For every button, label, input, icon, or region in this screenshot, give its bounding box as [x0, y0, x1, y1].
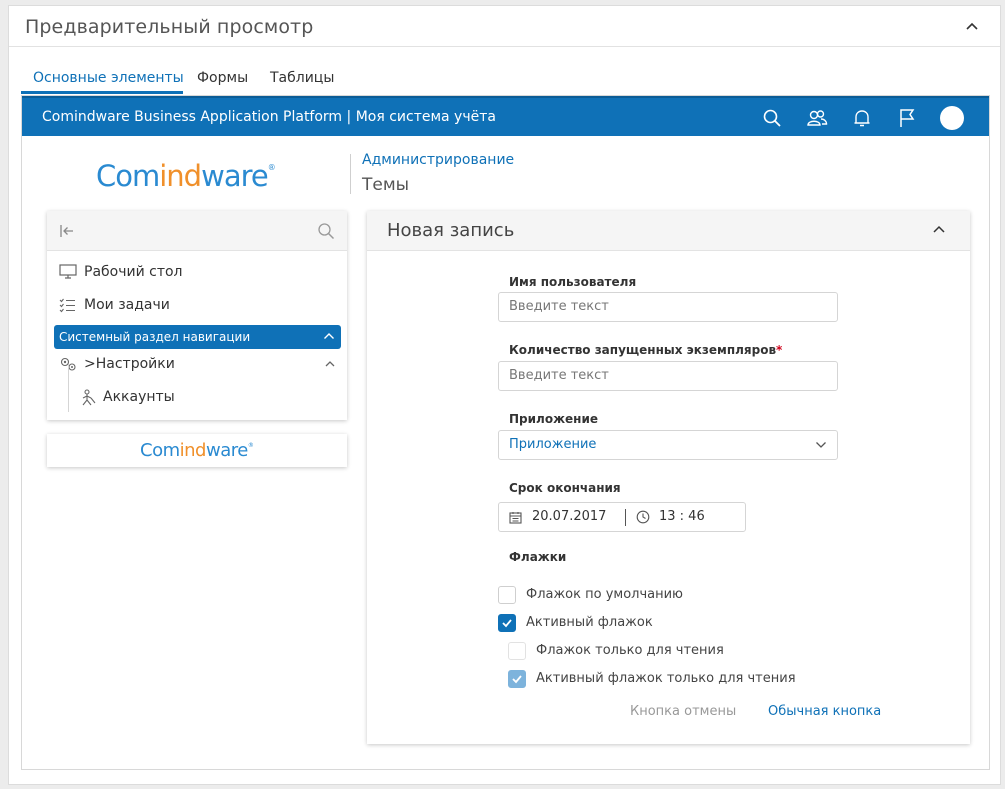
checkbox-box — [508, 670, 526, 688]
calendar-icon — [509, 512, 522, 524]
gears-icon — [60, 357, 76, 371]
sidebar-item-my-tasks[interactable]: Мои задачи — [59, 294, 341, 318]
search-icon[interactable] — [317, 222, 335, 240]
bell-icon[interactable] — [851, 107, 873, 129]
time-value: 13 : 46 — [659, 509, 705, 524]
flag-icon[interactable] — [896, 107, 918, 129]
normal-button[interactable]: Обычная кнопка — [768, 704, 881, 719]
date-time-divider — [625, 509, 626, 526]
placeholder: Введите текст — [509, 368, 609, 383]
username-input[interactable]: Введите текст — [498, 292, 838, 322]
breadcrumb-link[interactable]: Администрирование — [362, 152, 514, 168]
deadline-label: Срок окончания — [509, 481, 621, 495]
placeholder: Введите текст — [509, 299, 609, 314]
new-record-form: Новая запись Имя пользователя Введите те… — [367, 211, 970, 744]
tab-forms[interactable]: Формы — [197, 66, 248, 94]
collapse-left-icon[interactable] — [59, 223, 75, 239]
chevron-up-icon[interactable] — [932, 224, 946, 234]
checkboxes-label: Флажки — [509, 550, 567, 564]
nav-section-system[interactable]: Системный раздел навигации — [54, 325, 341, 349]
preview-canvas: Comindware Business Application Platform… — [21, 95, 990, 770]
checkbox-box[interactable] — [498, 614, 516, 632]
nav-section-label: Системный раздел навигации — [59, 330, 251, 344]
chevron-down-icon — [816, 442, 826, 448]
checkbox-label: Флажок только для чтения — [536, 643, 724, 658]
page-title: Темы — [362, 175, 410, 195]
clock-icon — [636, 510, 650, 524]
sidebar-item-label: Мои задачи — [84, 297, 170, 313]
accounts-icon — [82, 389, 96, 406]
checkbox-label: Активный флажок — [526, 615, 653, 630]
tab-tables[interactable]: Таблицы — [270, 66, 334, 94]
date-value: 20.07.2017 — [532, 509, 607, 524]
navigation-panel: Рабочий стол Мои задачи >Настройки Аккау… — [47, 211, 347, 420]
tree-line — [68, 364, 69, 412]
instances-input[interactable]: Введите текст — [498, 361, 838, 391]
deadline-datetime[interactable]: 20.07.2017 13 : 46 — [498, 502, 746, 532]
check-icon — [512, 675, 522, 684]
sidebar-item-accounts[interactable]: Аккаунты — [81, 386, 341, 410]
header-divider — [350, 154, 351, 194]
sidebar-item-label: Аккаунты — [103, 389, 175, 405]
check-icon — [502, 619, 512, 628]
monitor-icon — [59, 264, 77, 279]
app-topbar: Comindware Business Application Platform… — [22, 96, 989, 136]
checkbox-label: Активный флажок только для чтения — [536, 671, 796, 686]
panel-header: Предварительный просмотр — [9, 6, 1000, 47]
sidebar-item-label: Рабочий стол — [84, 264, 183, 280]
comindware-logo: Comindware® — [96, 159, 276, 193]
instances-label: Количество запущенных экземпляров* — [509, 343, 783, 357]
form-title: Новая запись — [387, 220, 515, 241]
required-mark: * — [776, 343, 783, 357]
chevron-up-icon[interactable] — [325, 360, 335, 368]
chevron-up-icon[interactable] — [964, 18, 980, 34]
app-title: Comindware Business Application Platform… — [42, 109, 496, 125]
avatar[interactable] — [940, 106, 964, 130]
form-header: Новая запись — [367, 211, 970, 251]
preview-panel: Предварительный просмотр Основные элемен… — [8, 5, 1001, 785]
application-select[interactable]: Приложение — [498, 430, 838, 460]
nav-footer: Comindware® — [47, 434, 347, 467]
username-label: Имя пользователя — [509, 275, 637, 289]
sidebar-group-label: >Настройки — [84, 356, 175, 372]
cancel-button[interactable]: Кнопка отмены — [630, 704, 736, 719]
sidebar-group-settings[interactable]: >Настройки — [59, 353, 341, 377]
chevron-up-icon[interactable] — [323, 332, 335, 340]
nav-header — [47, 211, 347, 251]
comindware-logo: Comindware® — [140, 440, 254, 461]
panel-title: Предварительный просмотр — [25, 16, 314, 38]
application-label: Приложение — [509, 412, 598, 426]
tasks-icon — [59, 298, 75, 313]
checkbox-box — [508, 642, 526, 660]
search-icon[interactable] — [761, 107, 783, 129]
checkbox-box[interactable] — [498, 586, 516, 604]
tab-main-elements[interactable]: Основные элементы — [21, 66, 184, 94]
checkbox-label: Флажок по умолчанию — [526, 587, 684, 602]
users-icon[interactable] — [806, 107, 828, 129]
sidebar-item-desktop[interactable]: Рабочий стол — [59, 261, 341, 285]
select-value: Приложение — [509, 437, 597, 452]
